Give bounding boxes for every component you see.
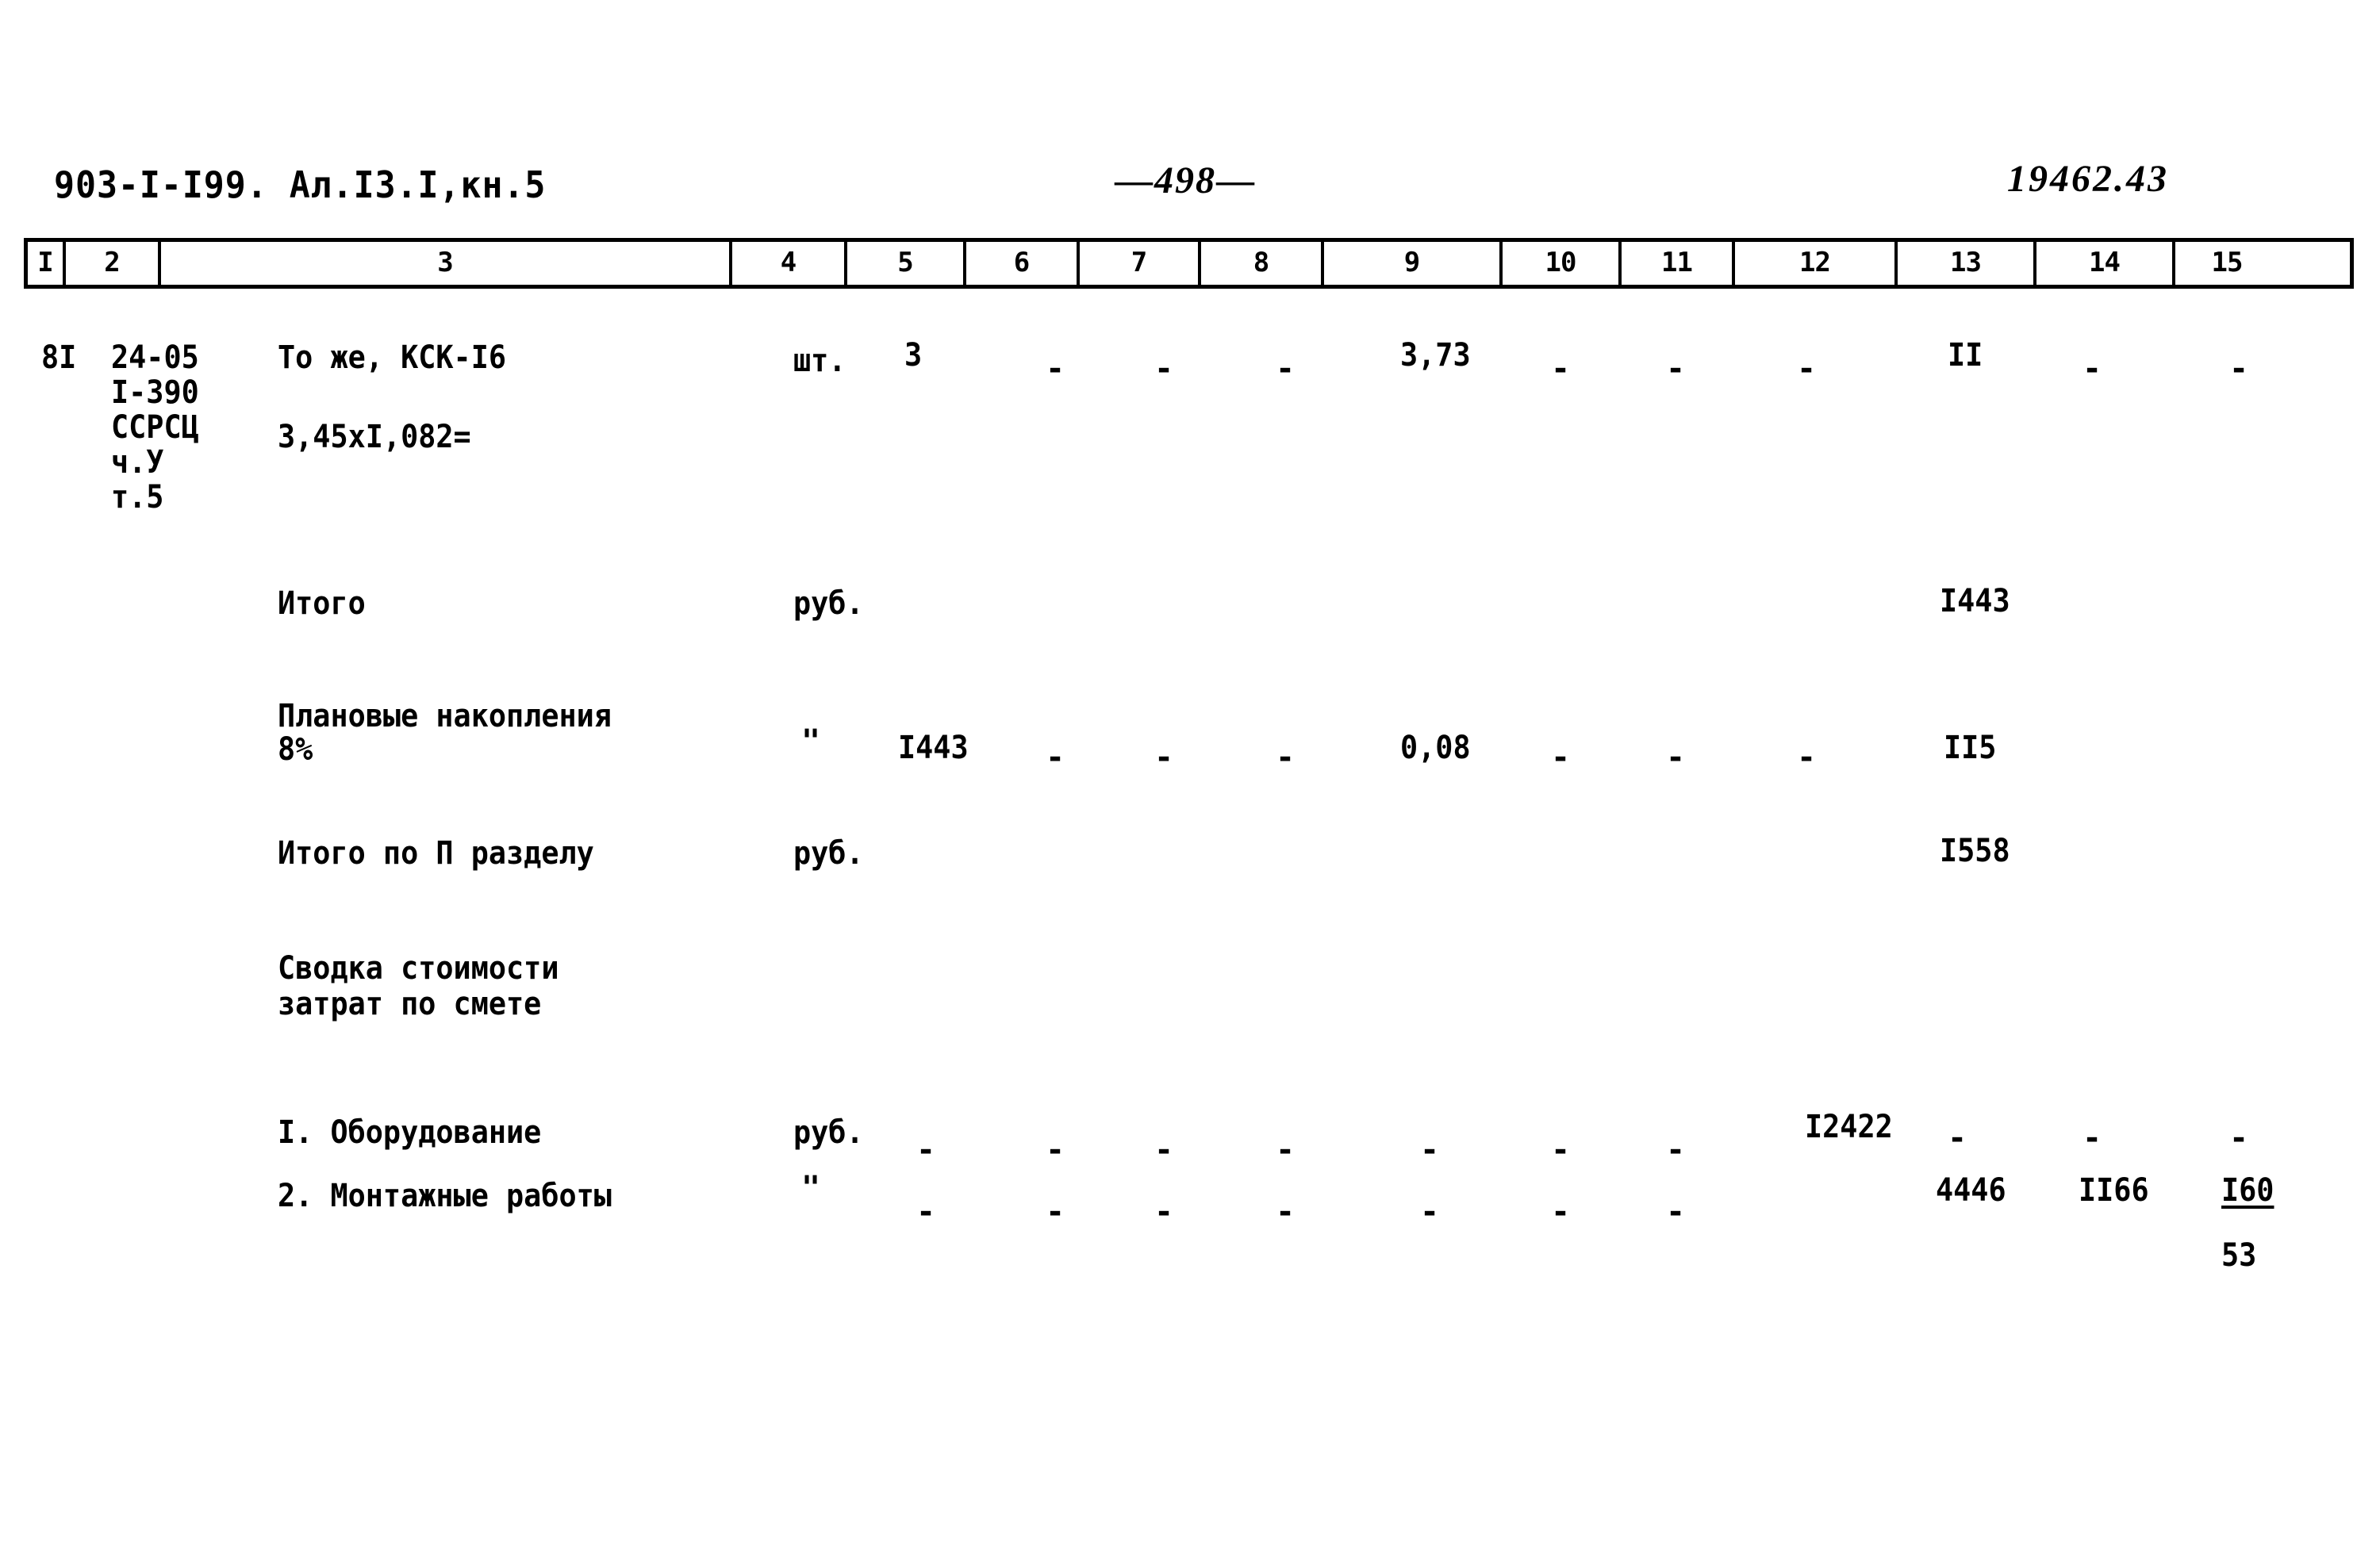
row-81-col1-position-number: 8I [41, 339, 77, 376]
column-header-13: 13 [1898, 242, 2036, 285]
row-planovye-col8-value: - [1276, 739, 1296, 776]
row-81-col11-value: - [1666, 351, 1686, 387]
row-montazh-col12-value: 4446 [1936, 1172, 2006, 1209]
row-montazh-unit-ditto: " [801, 1170, 821, 1206]
row-planovye-col12-value: - [1797, 739, 1817, 776]
row-planovye-col5-value: I443 [898, 730, 969, 766]
row-81-col10-value: - [1551, 351, 1571, 387]
page-number-dash-left: — [1115, 159, 1154, 201]
column-header-10: 10 [1503, 242, 1622, 285]
column-header-1: I [28, 242, 66, 285]
page-number: —498— [1115, 159, 1256, 202]
row-montazh-col14-value: I60 [2221, 1172, 2274, 1209]
row-itogo-razdel-label: Итого по П разделу [278, 835, 594, 872]
row-81-col2-code-line-1: 24-05 [111, 339, 199, 376]
row-montazh-col10-value: - [1551, 1194, 1571, 1230]
row-itogo-col13-value: I443 [1940, 583, 2010, 619]
row-montazh-col8-value: - [1276, 1194, 1296, 1230]
row-81-col2-code-line-4: ч.У [111, 444, 164, 481]
row-oborudovanie-col12-value: I2422 [1805, 1109, 1893, 1145]
column-header-5: 5 [847, 242, 966, 285]
page-number-value: 498 [1154, 159, 1216, 201]
row-itogo-razdel-unit: руб. [793, 835, 864, 872]
row-oborudovanie-col13-value: - [1948, 1120, 1967, 1156]
row-oborudovanie-unit: руб. [793, 1114, 864, 1151]
row-itogo-unit: руб. [793, 585, 864, 622]
row-montazh-col5-value: - [916, 1194, 936, 1230]
row-montazh-col7-value: - [1154, 1194, 1174, 1230]
column-header-14: 14 [2036, 242, 2175, 285]
row-montazh-label: 2. Монтажные работы [278, 1178, 612, 1214]
row-planovye-col9-value: 0,08 [1400, 730, 1471, 766]
row-planovye-unit-ditto: " [801, 723, 821, 760]
row-81-col4-unit: шт. [793, 343, 846, 379]
row-81-col12-value: - [1797, 351, 1817, 387]
table-column-header-strip: I 2 3 4 5 6 7 8 9 10 11 12 13 14 15 [24, 238, 2354, 289]
svodka-title-line-2: затрат по смете [278, 986, 542, 1022]
row-81-col3-description-line-2: 3,45xI,082= [278, 419, 471, 455]
row-oborudovanie-col5-value: - [916, 1132, 936, 1168]
row-oborudovanie-col10-value: - [1551, 1132, 1571, 1168]
row-oborudovanie-col11-value: - [1666, 1132, 1686, 1168]
row-planovye-col11-value: - [1666, 739, 1686, 776]
column-header-7: 7 [1080, 242, 1201, 285]
column-header-11: 11 [1622, 242, 1735, 285]
document-code: 903-I-I99. Ал.I3.I,кн.5 [54, 163, 547, 206]
row-81-col2-code-line-2: I-390 [111, 374, 199, 411]
column-header-3: 3 [161, 242, 732, 285]
column-header-15: 15 [2211, 246, 2244, 278]
row-montazh-col15-overflow-value: 53 [2221, 1237, 2257, 1274]
row-oborudovanie-col15-value: - [2229, 1120, 2249, 1156]
row-oborudovanie-col7-value: - [1154, 1132, 1174, 1168]
row-montazh-col9-value: - [1420, 1194, 1440, 1230]
row-planovye-col13-value: II5 [1944, 730, 1997, 766]
row-81-col5-quantity: 3 [904, 337, 923, 374]
row-81-col9-value: 3,73 [1400, 337, 1471, 374]
row-81-col8-value: - [1276, 351, 1296, 387]
row-81-col15-value: - [2229, 351, 2249, 387]
row-montazh-col11-value: - [1666, 1194, 1686, 1230]
column-header-4: 4 [732, 242, 847, 285]
column-header-9: 9 [1324, 242, 1503, 285]
row-81-col3-description-line-1: То же, КСК-I6 [278, 339, 507, 376]
row-81-col2-code-line-5: т.5 [111, 479, 164, 516]
row-oborudovanie-col6-value: - [1046, 1132, 1065, 1168]
row-81-col6-value: - [1046, 351, 1065, 387]
svodka-title-line-1: Сводка стоимости [278, 950, 559, 987]
page-number-dash-right: — [1216, 159, 1256, 201]
column-header-8: 8 [1201, 242, 1324, 285]
row-81-col7-value: - [1154, 351, 1174, 387]
row-oborudovanie-col14-value: - [2082, 1120, 2102, 1156]
row-montazh-col13-value: II66 [2079, 1172, 2149, 1209]
row-81-col13-value: II [1948, 337, 1983, 374]
row-planovye-col7-value: - [1154, 739, 1174, 776]
row-oborudovanie-col8-value: - [1276, 1132, 1296, 1168]
row-oborudovanie-col9-value: - [1420, 1132, 1440, 1168]
column-header-12: 12 [1735, 242, 1898, 285]
row-planovye-label-line-1: Плановые накопления [278, 698, 612, 734]
row-81-col2-code-line-3: ССРСЦ [111, 409, 199, 446]
row-montazh-col6-value: - [1046, 1194, 1065, 1230]
document-page: 903-I-I99. Ал.I3.I,кн.5 —498— 19462.43 I… [0, 0, 2380, 1545]
column-header-6: 6 [966, 242, 1080, 285]
row-itogo-razdel-col13-value: I558 [1940, 833, 2010, 869]
row-planovye-col10-value: - [1551, 739, 1571, 776]
row-planovye-label-line-2: 8% [278, 731, 313, 768]
column-header-2: 2 [66, 242, 161, 285]
row-oborudovanie-label: I. Оборудование [278, 1114, 542, 1151]
row-planovye-col6-value: - [1046, 739, 1065, 776]
row-81-col14-value: - [2082, 351, 2102, 387]
handwritten-reference-code: 19462.43 [2007, 158, 2169, 200]
row-itogo-label: Итого [278, 585, 366, 622]
